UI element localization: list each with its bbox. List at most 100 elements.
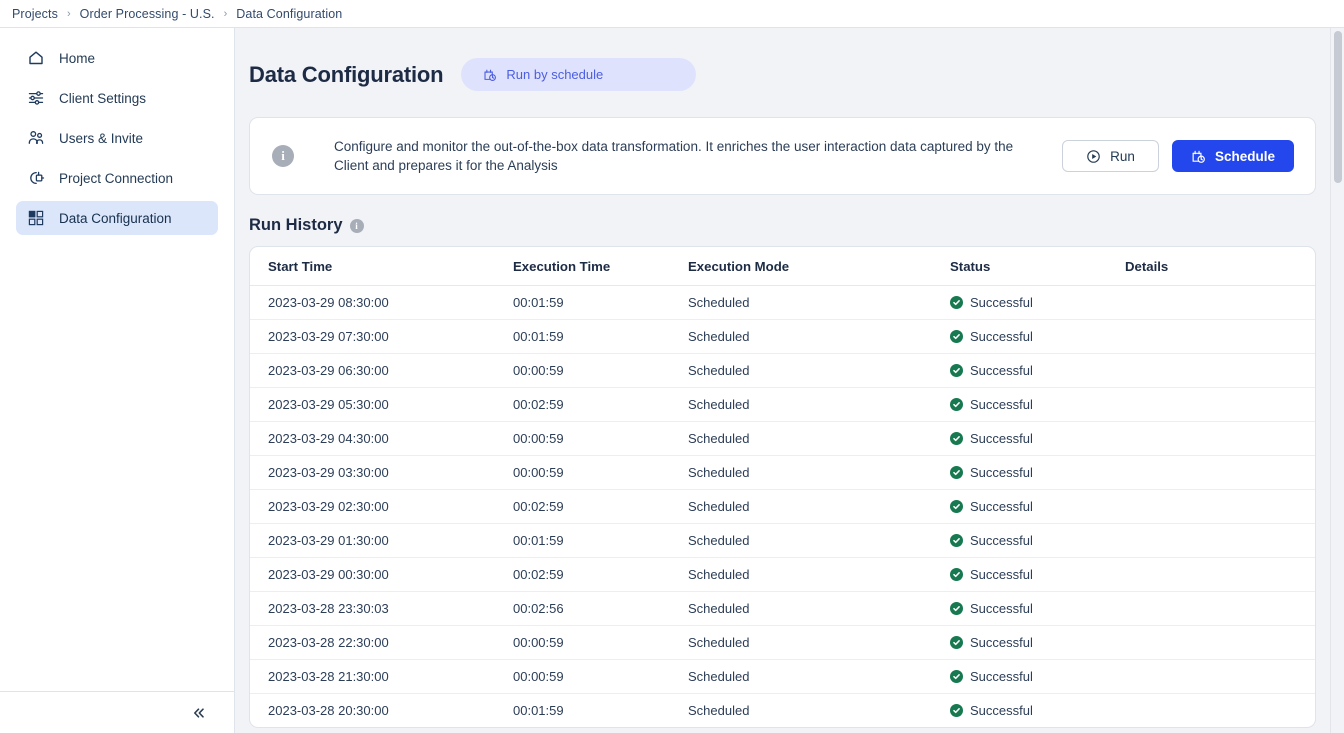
breadcrumb-separator: ›: [66, 7, 71, 20]
main-scrollbar-thumb[interactable]: [1334, 31, 1342, 183]
success-check-icon: [950, 500, 963, 513]
status-label: Successful: [970, 431, 1033, 446]
table-row[interactable]: 2023-03-29 01:30:00 00:01:59 Scheduled Succ…: [250, 523, 1315, 558]
table-row[interactable]: 2023-03-29 03:30:00 00:00:59 Scheduled Succ…: [250, 455, 1315, 490]
sidebar-item-client-settings[interactable]: Client Settings: [16, 81, 218, 115]
cell-execution-time: 00:00:59: [513, 625, 688, 660]
cell-execution-time: 00:02:59: [513, 387, 688, 422]
cell-details: [1125, 319, 1315, 354]
run-history-info-icon[interactable]: i: [349, 218, 364, 233]
success-check-icon: [950, 636, 963, 649]
cell-status: Successful: [950, 455, 1125, 490]
column-header-execution-mode[interactable]: Execution Mode: [688, 247, 950, 286]
status-label: Successful: [970, 567, 1033, 582]
sliders-icon: [26, 89, 45, 108]
table-row[interactable]: 2023-03-28 21:30:00 00:00:59 Scheduled Succ…: [250, 659, 1315, 694]
cell-status: Successful: [950, 285, 1125, 320]
info-icon: i: [272, 145, 294, 167]
status-label: Successful: [970, 703, 1033, 718]
run-by-schedule-badge[interactable]: Run by schedule: [461, 58, 697, 91]
table-row[interactable]: 2023-03-29 06:30:00 00:00:59 Scheduled Succ…: [250, 353, 1315, 388]
cell-status: Successful: [950, 659, 1125, 694]
run-history-title: Run History: [249, 216, 343, 234]
app-root: Projects › Order Processing - U.S. › Dat…: [0, 0, 1344, 733]
breadcrumb: Projects › Order Processing - U.S. › Dat…: [0, 0, 1344, 28]
schedule-button[interactable]: Schedule: [1171, 140, 1294, 172]
status-label: Successful: [970, 329, 1033, 344]
sidebar-item-project-connection[interactable]: Project Connection: [16, 161, 218, 195]
table-row[interactable]: 2023-03-29 07:30:00 00:01:59 Scheduled Succ…: [250, 319, 1315, 354]
run-history-table-card: Start Time Execution Time Execution Mode…: [249, 246, 1316, 728]
success-check-icon: [950, 364, 963, 377]
success-check-icon: [950, 602, 963, 615]
run-button[interactable]: Run: [1061, 140, 1159, 172]
cell-execution-time: 00:02:59: [513, 489, 688, 524]
sidebar-item-label: Client Settings: [59, 90, 147, 106]
cell-status: Successful: [950, 557, 1125, 592]
cell-execution-mode: Scheduled: [688, 591, 950, 626]
cell-details: [1125, 285, 1315, 320]
cell-status: Successful: [950, 523, 1125, 558]
table-row[interactable]: 2023-03-28 22:30:00 00:00:59 Scheduled Succ…: [250, 625, 1315, 660]
cell-details: [1125, 523, 1315, 558]
status-label: Successful: [970, 601, 1033, 616]
cell-details: [1125, 489, 1315, 524]
sidebar-item-label: Project Connection: [59, 170, 174, 186]
column-header-status[interactable]: Status: [950, 247, 1125, 286]
sidebar-item-home[interactable]: Home: [16, 41, 218, 75]
schedule-button-label: Schedule: [1214, 148, 1275, 164]
main-scrollbar-track[interactable]: [1330, 28, 1344, 733]
table-row[interactable]: 2023-03-28 20:30:00 00:01:59 Scheduled Succ…: [250, 694, 1315, 728]
column-header-details[interactable]: Details: [1125, 247, 1315, 286]
sidebar-item-data-configuration[interactable]: Data Configuration: [16, 201, 218, 235]
status-label: Successful: [970, 669, 1033, 684]
column-header-execution-time[interactable]: Execution Time: [513, 247, 688, 286]
table-row[interactable]: 2023-03-28 23:30:03 00:02:56 Scheduled Succ…: [250, 591, 1315, 626]
success-check-icon: [950, 330, 963, 343]
cell-execution-time: 00:02:59: [513, 557, 688, 592]
calendar-clock-icon: [483, 68, 497, 82]
cell-start-time: 2023-03-29 05:30:00: [250, 387, 513, 422]
table-row[interactable]: 2023-03-29 04:30:00 00:00:59 Scheduled Succ…: [250, 421, 1315, 456]
cell-execution-mode: Scheduled: [688, 455, 950, 490]
table-header-row: Start Time Execution Time Execution Mode…: [250, 247, 1315, 286]
cell-start-time: 2023-03-29 07:30:00: [250, 319, 513, 354]
cell-execution-mode: Scheduled: [688, 421, 950, 456]
page-header: Data Configuration Run by schedule: [249, 58, 1316, 91]
cell-status: Successful: [950, 421, 1125, 456]
breadcrumb-item-project[interactable]: Order Processing - U.S.: [80, 7, 215, 21]
breadcrumb-item-projects[interactable]: Projects: [12, 7, 58, 21]
table-row[interactable]: 2023-03-29 05:30:00 00:02:59 Scheduled Succ…: [250, 387, 1315, 422]
cell-start-time: 2023-03-29 03:30:00: [250, 455, 513, 490]
cell-execution-time: 00:00:59: [513, 455, 688, 490]
collapse-sidebar-button[interactable]: [186, 700, 212, 726]
success-check-icon: [950, 466, 963, 479]
play-circle-icon: [1086, 149, 1101, 164]
table-row[interactable]: 2023-03-29 08:30:00 00:01:59 Scheduled Succ…: [250, 285, 1315, 320]
table-head: Start Time Execution Time Execution Mode…: [250, 247, 1315, 286]
cell-details: [1125, 625, 1315, 660]
table-row[interactable]: 2023-03-29 00:30:00 00:02:59 Scheduled Succ…: [250, 557, 1315, 592]
sidebar-item-label: Users & Invite: [59, 130, 144, 146]
column-header-start-time[interactable]: Start Time: [250, 247, 513, 286]
calendar-clock-icon: [1191, 149, 1206, 164]
status-label: Successful: [970, 533, 1033, 548]
cell-details: [1125, 591, 1315, 626]
sidebar-item-label: Home: [59, 50, 96, 66]
cell-execution-time: 00:00:59: [513, 659, 688, 694]
cell-execution-mode: Scheduled: [688, 523, 950, 558]
cell-execution-mode: Scheduled: [688, 703, 750, 718]
breadcrumb-item-current: Data Configuration: [236, 6, 343, 21]
table-row[interactable]: 2023-03-29 02:30:00 00:02:59 Scheduled Succ…: [250, 489, 1315, 524]
sidebar-item-users-invite[interactable]: Users & Invite: [16, 121, 218, 155]
cell-start-time: 2023-03-29 00:30:00: [250, 557, 513, 592]
cell-start-time: 2023-03-28 22:30:00: [250, 625, 513, 660]
success-check-icon: [950, 296, 963, 309]
cell-start-time: 2023-03-29 06:30:00: [250, 353, 513, 388]
cell-execution-time: 00:01:59: [513, 319, 688, 354]
cell-start-time: 2023-03-28 23:30:03: [250, 591, 513, 626]
success-check-icon: [950, 534, 963, 547]
cell-start-time: 2023-03-28 20:30:00: [268, 703, 389, 718]
sidebar: Home Client Settings Users & Invite Proj…: [0, 28, 235, 733]
home-icon: [26, 49, 45, 68]
